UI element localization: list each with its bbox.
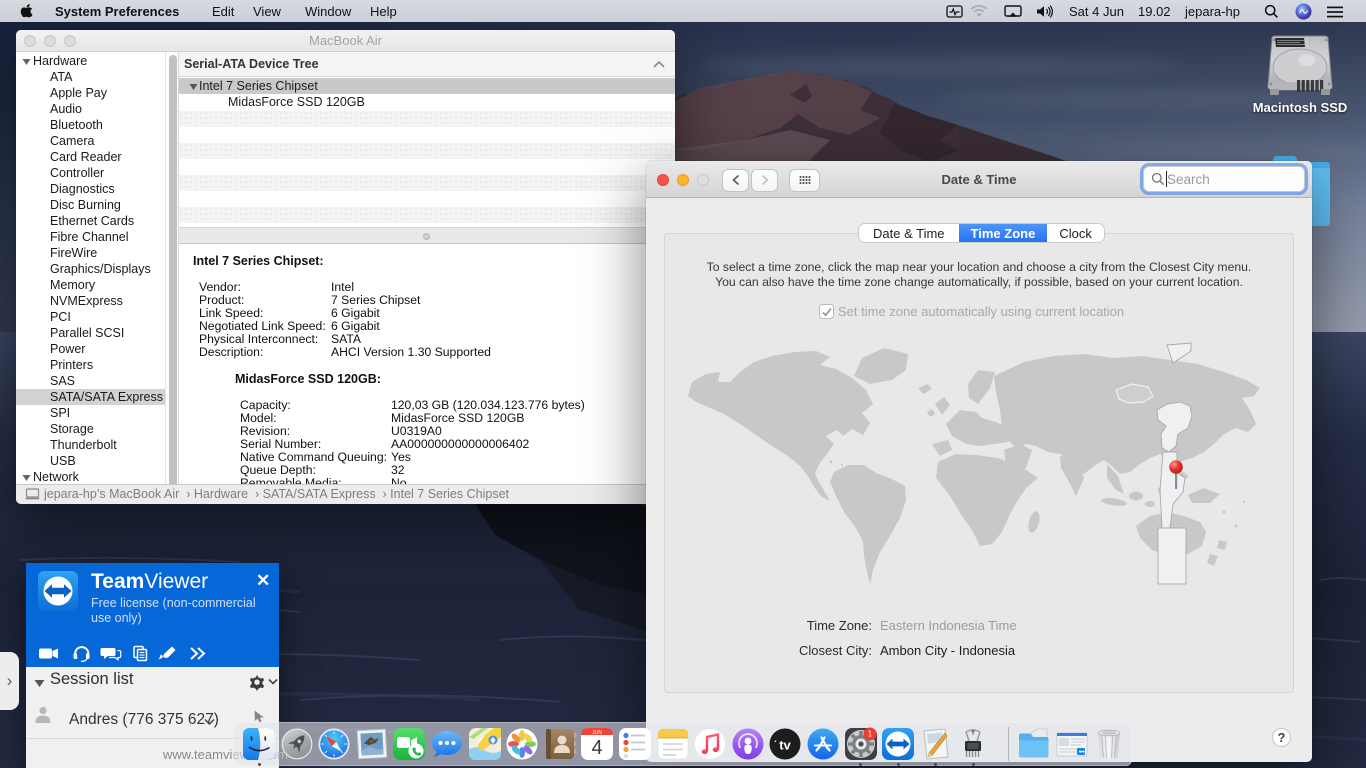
svg-text:tv: tv <box>780 738 792 753</box>
svg-text:1: 1 <box>867 729 872 739</box>
svg-text:4: 4 <box>592 737 603 759</box>
svg-text:JUN: JUN <box>593 730 603 736</box>
